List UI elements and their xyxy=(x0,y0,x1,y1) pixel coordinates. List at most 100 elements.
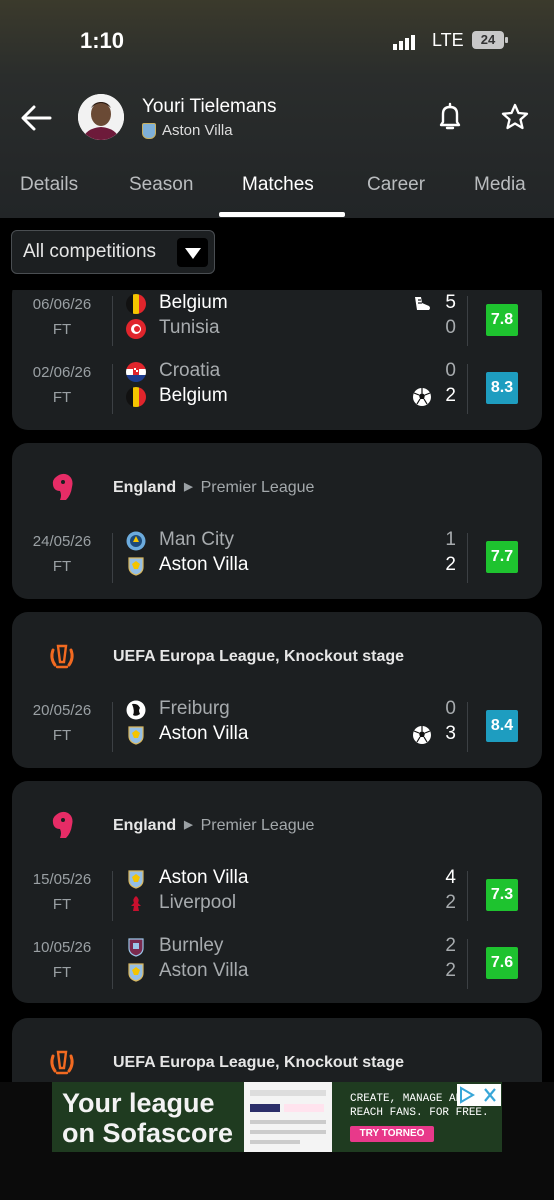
team-name: Tunisia xyxy=(159,317,220,338)
team-name: Burnley xyxy=(159,935,224,956)
away-score: 2 xyxy=(445,892,456,913)
league-card: UEFA Europa League, Knockout stage xyxy=(12,1018,542,1082)
home-score: 2 xyxy=(445,935,456,956)
ad-close-button[interactable] xyxy=(457,1084,501,1106)
match-date: 10/05/26 xyxy=(32,939,92,956)
league-name: UEFA Europa League, Knockout stage xyxy=(113,648,405,665)
club-name: Aston Villa xyxy=(162,122,233,139)
match-row[interactable]: 02/06/26 FT Croatia Belgium 0 2 8.3 xyxy=(12,360,542,426)
match-row[interactable]: 15/05/26 FT Aston Villa Liverpool 4 2 7.… xyxy=(12,867,542,933)
europa-league-icon xyxy=(50,1050,74,1075)
home-score: 0 xyxy=(445,698,456,719)
ad-cta-button[interactable]: TRY TORNEO xyxy=(350,1126,434,1142)
adchoices-icon xyxy=(460,1086,475,1104)
ball-icon xyxy=(413,726,431,744)
ad-headline: Your league on Sofascore xyxy=(62,1088,233,1148)
freiburg-crest-icon xyxy=(126,700,146,720)
match-status: FT xyxy=(52,727,72,744)
active-tab-indicator xyxy=(219,212,345,217)
tab-bar: Details Season Matches Career Media xyxy=(0,166,554,218)
player-rating: 7.6 xyxy=(486,947,518,979)
team-name: Aston Villa xyxy=(159,867,249,888)
dropdown-arrow-icon xyxy=(177,238,208,267)
away-score: 3 xyxy=(445,723,456,744)
back-button[interactable] xyxy=(18,100,54,136)
away-score: 2 xyxy=(445,385,456,406)
team-name: Aston Villa xyxy=(159,554,249,575)
tab-media[interactable]: Media xyxy=(474,174,526,196)
filter-bar: All competitions xyxy=(0,218,554,290)
player-name: Youri Tielemans xyxy=(142,96,277,117)
ad-app-screenshot xyxy=(244,1082,332,1152)
divider xyxy=(467,296,468,346)
match-status: FT xyxy=(52,558,72,575)
premier-league-icon xyxy=(52,811,73,838)
matches-list[interactable]: 06/06/26 FT Belgium Tunisia 5 0 7.8 02/0… xyxy=(0,218,554,1082)
match-date: 15/05/26 xyxy=(32,871,92,888)
match-status: FT xyxy=(52,321,72,338)
player-club[interactable]: Aston Villa xyxy=(142,122,233,140)
match-row[interactable]: 20/05/26 FT Freiburg Aston Villa 0 3 8.4 xyxy=(12,698,542,764)
burnley-crest-icon xyxy=(128,938,144,957)
league-card: England ▶ Premier League 24/05/26 FT Man C… xyxy=(12,443,542,599)
competition-filter[interactable]: All competitions xyxy=(11,230,215,274)
match-status: FT xyxy=(52,389,72,406)
league-header[interactable]: England ▶ Premier League xyxy=(12,781,542,871)
match-date: 02/06/26 xyxy=(32,364,92,381)
chevron-right-icon: ▶ xyxy=(184,481,193,493)
match-card: 06/06/26 FT Belgium Tunisia 5 0 7.8 02/0… xyxy=(12,278,542,430)
ad-body-line-2: REACH FANS. FOR FREE. xyxy=(350,1107,489,1119)
divider xyxy=(112,296,113,346)
club-crest-icon xyxy=(142,123,156,140)
filter-label: All competitions xyxy=(23,241,157,262)
team-name: Belgium xyxy=(159,292,228,313)
divider xyxy=(112,533,113,583)
chevron-right-icon: ▶ xyxy=(184,819,193,831)
home-score: 1 xyxy=(445,529,456,550)
league-header[interactable]: England ▶ Premier League xyxy=(12,443,542,533)
liverpool-crest-icon xyxy=(131,896,141,911)
match-date: 20/05/26 xyxy=(32,702,92,719)
favorite-button[interactable] xyxy=(500,102,530,137)
league-header[interactable]: UEFA Europa League, Knockout stage xyxy=(12,1018,542,1082)
match-row[interactable]: 24/05/26 FT Man City Aston Villa 1 2 7.7 xyxy=(12,529,542,595)
europa-league-icon xyxy=(50,644,74,669)
team-name: Aston Villa xyxy=(159,723,249,744)
match-row[interactable]: 06/06/26 FT Belgium Tunisia 5 0 7.8 xyxy=(12,292,542,358)
league-header[interactable]: UEFA Europa League, Knockout stage xyxy=(12,612,542,702)
premier-league-icon xyxy=(52,473,73,500)
signal-icon xyxy=(393,32,417,50)
player-rating: 7.8 xyxy=(486,304,518,336)
network-label: LTE xyxy=(432,30,464,50)
tab-season[interactable]: Season xyxy=(129,174,193,196)
ad-banner[interactable]: Your league on Sofascore CREATE, MANAGE A… xyxy=(0,1082,554,1200)
status-bar: 1:10 LTE 24 xyxy=(0,26,554,56)
divider xyxy=(112,702,113,752)
notifications-button[interactable] xyxy=(436,102,464,137)
league-name: Premier League xyxy=(200,817,315,834)
aston-villa-crest-icon xyxy=(128,870,144,889)
player-avatar xyxy=(78,94,124,140)
away-score: 0 xyxy=(445,317,456,338)
close-icon xyxy=(484,1088,496,1102)
status-time: 1:10 xyxy=(80,28,125,53)
divider xyxy=(467,364,468,414)
star-icon xyxy=(501,103,529,130)
divider xyxy=(467,939,468,989)
aston-villa-crest-icon xyxy=(128,726,144,745)
team-name: Liverpool xyxy=(159,892,237,913)
ad-creative[interactable]: Your league on Sofascore CREATE, MANAGE A… xyxy=(52,1082,502,1152)
aston-villa-crest-icon xyxy=(128,963,144,982)
tunisia-flag-icon xyxy=(126,319,146,339)
tab-career[interactable]: Career xyxy=(367,174,425,196)
tab-matches[interactable]: Matches xyxy=(242,174,314,196)
tab-details[interactable]: Details xyxy=(20,174,78,196)
team-name: Croatia xyxy=(159,360,221,381)
belgium-flag-icon xyxy=(126,387,146,407)
ad-headline-line-2: on Sofascore xyxy=(62,1118,234,1148)
match-row[interactable]: 10/05/26 FT Burnley Aston Villa 2 2 7.6 xyxy=(12,935,542,1001)
player-rating: 7.3 xyxy=(486,879,518,911)
home-score: 5 xyxy=(445,292,456,313)
match-status: FT xyxy=(52,896,72,913)
match-status: FT xyxy=(52,964,72,981)
